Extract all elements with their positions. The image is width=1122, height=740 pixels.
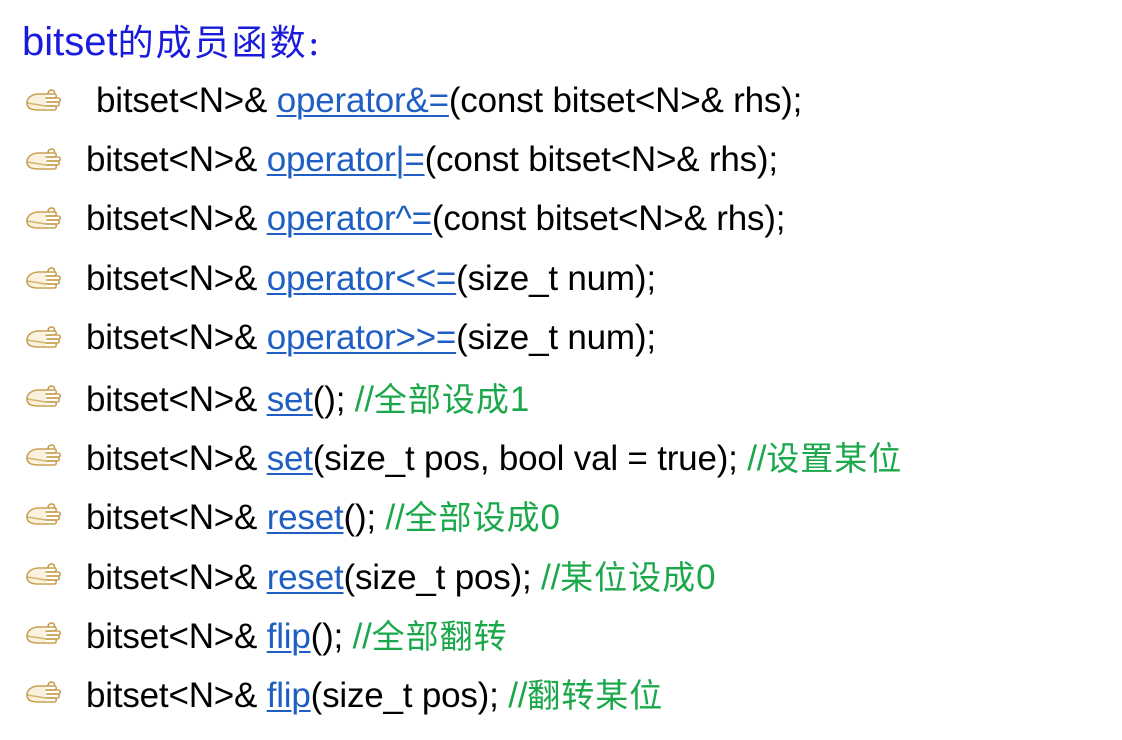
pointing-hand-icon: [26, 562, 62, 585]
function-signature: bitset<N>& operator>>=(size_t num);: [86, 318, 656, 358]
function-args: (size_t pos, bool val = true);: [312, 439, 748, 479]
function-signature: bitset<N>& flip(size_t pos); //翻转某位: [86, 669, 663, 717]
function-args: (size_t num);: [456, 317, 656, 357]
function-link[interactable]: reset: [267, 558, 344, 597]
pointing-hand-icon: [26, 89, 62, 111]
list-item: bitset<N>& reset(); //全部设成0: [24, 486, 560, 544]
function-signature: bitset<N>& reset(size_t pos); //某位设成0: [86, 551, 716, 599]
return-type: bitset<N>&: [86, 258, 267, 298]
comment-text: 全部设成: [373, 380, 510, 419]
list-item: bitset<N>& flip(size_t pos); //翻转某位: [24, 664, 663, 722]
title-latin: bitset: [22, 20, 118, 64]
function-signature: bitset<N>& operator^=(const bitset<N>& r…: [86, 199, 785, 239]
code-comment: //设置某位: [747, 439, 902, 478]
function-args: (const bitset<N>& rhs);: [448, 81, 803, 120]
pointing-hand-icon: [26, 266, 62, 289]
list-item: bitset<N>& operator<<=(size_t num);: [24, 250, 656, 308]
code-comment: //全部设成0: [385, 498, 560, 538]
comment-text: 某位设成: [560, 557, 697, 597]
code-comment: //全部翻转: [353, 617, 508, 656]
list-item: bitset<N>& operator|=(const bitset<N>& r…: [24, 131, 778, 189]
function-args: ();: [310, 616, 353, 656]
function-args: (size_t pos);: [343, 557, 542, 597]
return-type: bitset<N>&: [86, 317, 267, 357]
code-comment: //翻转某位: [508, 676, 663, 715]
pointing-hand-icon: [26, 503, 62, 526]
function-signature: bitset<N>& operator&=(const bitset<N>& r…: [96, 81, 802, 121]
function-link[interactable]: flip: [267, 617, 311, 656]
return-type: bitset<N>&: [86, 557, 267, 597]
function-link[interactable]: operator&=: [277, 81, 449, 120]
return-type: bitset<N>&: [96, 81, 277, 120]
pointing-hand-icon: [26, 207, 62, 230]
page-title: bitset的成员函数:: [22, 16, 322, 70]
return-type: bitset<N>&: [86, 676, 267, 715]
pointing-hand-icon: [26, 326, 62, 348]
pointing-hand-icon: [26, 148, 62, 170]
function-args: (const bitset<N>& rhs);: [424, 140, 779, 180]
comment-text: 设置某位: [766, 439, 903, 479]
function-signature: bitset<N>& operator<<=(size_t num);: [86, 259, 656, 299]
code-comment: //某位设成0: [541, 557, 716, 597]
function-signature: bitset<N>& set(size_t pos, bool val = tr…: [86, 432, 902, 480]
function-link[interactable]: operator<<=: [267, 259, 457, 298]
return-type: bitset<N>&: [86, 439, 267, 479]
comment-suffix: 1: [509, 380, 530, 419]
list-item: bitset<N>& set(); //全部设成1: [24, 368, 529, 426]
comment-text: 全部设成: [404, 498, 541, 538]
pointing-hand-icon: [26, 622, 62, 644]
list-item: bitset<N>& operator>>=(size_t num);: [24, 309, 656, 367]
comment-text: 全部翻转: [371, 616, 508, 656]
function-signature: bitset<N>& reset(); //全部设成0: [86, 491, 560, 539]
function-args: (size_t num);: [456, 258, 656, 298]
comment-prefix: //: [385, 498, 405, 538]
title-cn: 的成员函数:: [117, 23, 322, 64]
list-item: bitset<N>& set(size_t pos, bool val = tr…: [24, 427, 902, 485]
function-link[interactable]: operator>>=: [267, 318, 457, 357]
function-link[interactable]: operator|=: [267, 140, 425, 179]
list-item: bitset<N>& operator^=(const bitset<N>& r…: [24, 190, 785, 248]
function-link[interactable]: set: [267, 439, 313, 478]
comment-suffix: 0: [696, 557, 716, 597]
comment-suffix: 0: [540, 498, 560, 538]
function-link[interactable]: flip: [267, 676, 311, 715]
function-signature: bitset<N>& set(); //全部设成1: [86, 373, 529, 421]
return-type: bitset<N>&: [86, 380, 267, 419]
list-item: bitset<N>& operator&=(const bitset<N>& r…: [24, 72, 802, 130]
comment-prefix: //: [354, 380, 374, 419]
pointing-hand-icon: [26, 444, 62, 466]
function-args: ();: [343, 498, 386, 538]
return-type: bitset<N>&: [86, 199, 267, 239]
comment-text: 翻转某位: [527, 676, 664, 715]
comment-prefix: //: [747, 439, 767, 479]
return-type: bitset<N>&: [86, 498, 267, 538]
function-link[interactable]: set: [267, 380, 313, 419]
comment-prefix: //: [541, 557, 561, 597]
return-type: bitset<N>&: [86, 616, 267, 656]
list-item: bitset<N>& reset(size_t pos); //某位设成0: [24, 546, 716, 604]
pointing-hand-icon: [26, 385, 62, 407]
function-args: ();: [312, 380, 355, 419]
list-item: bitset<N>& flip(); //全部翻转: [24, 605, 508, 663]
function-link[interactable]: operator^=: [267, 199, 432, 238]
comment-prefix: //: [352, 616, 372, 656]
function-link[interactable]: reset: [267, 498, 344, 537]
return-type: bitset<N>&: [86, 140, 267, 180]
code-comment: //全部设成1: [354, 380, 530, 419]
function-signature: bitset<N>& operator|=(const bitset<N>& r…: [86, 140, 778, 180]
function-args: (const bitset<N>& rhs);: [431, 199, 786, 239]
pointing-hand-icon: [26, 681, 62, 703]
comment-prefix: //: [508, 676, 528, 715]
function-signature: bitset<N>& flip(); //全部翻转: [86, 610, 508, 658]
function-args: (size_t pos);: [310, 676, 509, 715]
